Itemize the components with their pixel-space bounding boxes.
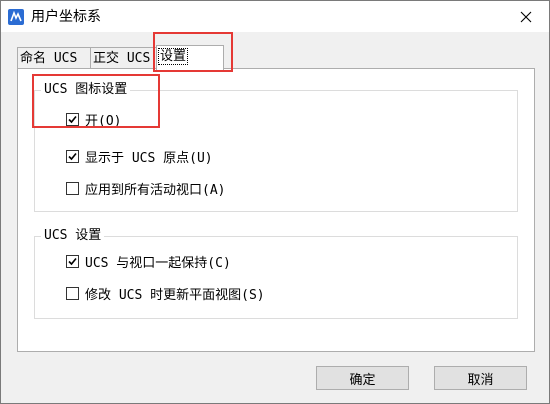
check-icon [68,152,77,160]
option-save-with-viewport[interactable]: UCS 与视口一起保持(C) [66,252,231,271]
highlight-box-icon-settings [32,74,160,128]
ucs-settings-group: UCS 设置 UCS 与视口一起保持(C) 修改 UCS 时更新平面视图(S) [34,228,518,319]
checkbox[interactable] [66,286,79,300]
dialog-window: 用户坐标系 命名 UCS 正交 UCS 设置 UCS 图标设置 开(O) 显示于… [0,0,550,404]
group-title: UCS 设置 [41,228,105,244]
highlight-box-settings-tab [153,32,233,72]
option-apply-all-viewports[interactable]: 应用到所有活动视口(A) [66,179,226,198]
tab-named-ucs[interactable]: 命名 UCS [17,47,91,69]
title-bar: 用户坐标系 [1,1,549,32]
checkbox[interactable] [66,254,79,268]
checkbox[interactable] [66,181,79,195]
close-icon [520,11,532,22]
cancel-button[interactable]: 取消 [434,366,527,390]
checkbox[interactable] [66,149,79,163]
option-label: 修改 UCS 时更新平面视图(S) [85,287,265,303]
tab-label: 命名 UCS [20,51,78,66]
app-icon [8,9,24,25]
close-button[interactable] [503,1,549,32]
tab-label: 正交 UCS [93,51,151,66]
option-label: UCS 与视口一起保持(C) [85,255,231,271]
option-show-at-origin[interactable]: 显示于 UCS 原点(U) [66,147,213,166]
option-update-plan-view[interactable]: 修改 UCS 时更新平面视图(S) [66,284,265,303]
tab-orthographic-ucs[interactable]: 正交 UCS [90,47,160,69]
button-label: 确定 [349,372,376,388]
option-label: 显示于 UCS 原点(U) [85,150,213,166]
button-label: 取消 [467,372,494,388]
option-label: 应用到所有活动视口(A) [85,182,226,198]
window-title: 用户坐标系 [31,9,101,25]
check-icon [68,257,77,265]
ok-button[interactable]: 确定 [316,366,409,390]
